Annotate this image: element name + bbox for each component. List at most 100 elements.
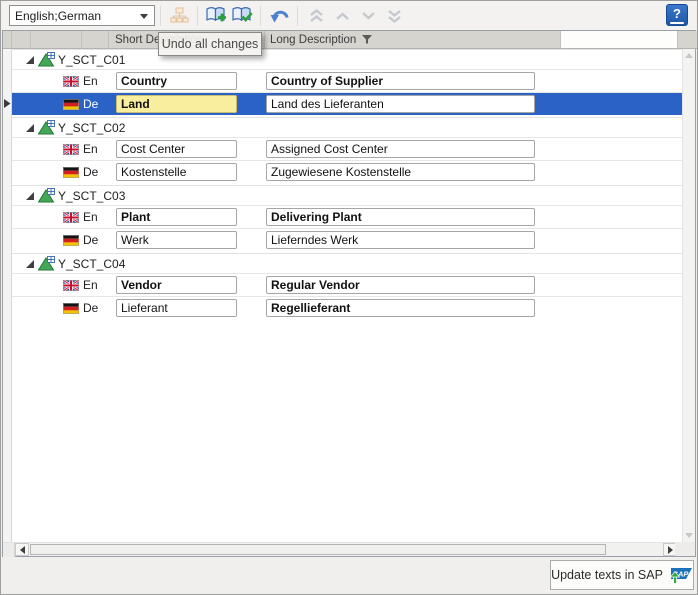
- translation-row[interactable]: En Plant Delivering Plant: [12, 205, 684, 228]
- short-description-input[interactable]: Werk: [116, 231, 237, 249]
- long-description-input[interactable]: Delivering Plant: [266, 208, 535, 226]
- translation-row[interactable]: En Vendor Regular Vendor: [12, 273, 684, 296]
- expand-collapse-icon[interactable]: [26, 260, 34, 268]
- short-description-input[interactable]: Lieferant: [116, 299, 237, 317]
- group-row[interactable]: Y_SCT_C04: [12, 253, 684, 273]
- header-gutter-cell: [3, 31, 12, 49]
- long-description-input[interactable]: Lieferndes Werk: [266, 231, 535, 249]
- scrollbar-corner: [3, 543, 15, 557]
- group-section: Y_SCT_C01 En Country Country of Supplier: [12, 49, 684, 117]
- domain-object-icon: [38, 52, 55, 67]
- expand-collapse-icon[interactable]: [26, 124, 34, 132]
- toolbar-separator: [297, 6, 298, 26]
- row-indicator-gutter: [3, 49, 12, 542]
- tooltip: Undo all changes: [158, 32, 262, 56]
- short-description-input[interactable]: Kostenstelle: [116, 163, 237, 181]
- short-description-input[interactable]: Country: [116, 72, 237, 90]
- short-description-input[interactable]: Land: [116, 95, 237, 113]
- undo-icon: [269, 7, 290, 25]
- translation-grid: Short Description Long Description: [2, 30, 696, 557]
- language-code: En: [83, 142, 98, 156]
- short-description-input[interactable]: Plant: [116, 208, 237, 226]
- domain-object-icon: [38, 120, 55, 135]
- group-section: Y_SCT_C04 En Vendor Regular Vendor: [12, 253, 684, 321]
- help-button[interactable]: ?: [666, 4, 688, 26]
- translation-row[interactable]: En Country Country of Supplier: [12, 69, 684, 92]
- scroll-down-icon[interactable]: [685, 533, 693, 538]
- group-row[interactable]: Y_SCT_C01: [12, 49, 684, 69]
- language-code: De: [83, 97, 98, 111]
- group-row[interactable]: Y_SCT_C03: [12, 185, 684, 205]
- row-pointer-icon: [4, 99, 11, 108]
- undo-button[interactable]: [267, 4, 291, 28]
- long-description-input[interactable]: Regular Vendor: [266, 276, 535, 294]
- long-description-input[interactable]: Land des Lieferanten: [266, 95, 535, 113]
- horizontal-scrollbar[interactable]: [3, 542, 677, 556]
- header-long-description[interactable]: Long Description: [265, 31, 561, 49]
- uk-flag-icon: [63, 76, 79, 87]
- long-description-input[interactable]: Zugewiesene Kostenstelle: [266, 163, 535, 181]
- long-description-input[interactable]: Regellieferant: [266, 299, 535, 317]
- help-icon: [670, 22, 684, 24]
- translation-editor-window: English;German: [0, 0, 698, 595]
- group-key: Y_SCT_C04: [58, 257, 125, 271]
- uk-flag-icon: [63, 212, 79, 223]
- double-chevron-up-icon: [309, 9, 324, 23]
- language-code: En: [83, 210, 98, 224]
- expand-collapse-icon[interactable]: [26, 192, 34, 200]
- uk-flag-icon: [63, 144, 79, 155]
- domain-object-icon: [38, 188, 55, 203]
- language-code: En: [83, 74, 98, 88]
- expand-collapse-icon[interactable]: [26, 56, 34, 64]
- language-selector[interactable]: English;German: [9, 5, 155, 26]
- header-long-label: Long Description: [270, 34, 356, 46]
- dictionary-apply-button[interactable]: [230, 4, 254, 28]
- language-code: De: [83, 165, 98, 179]
- double-chevron-down-icon: [387, 9, 402, 23]
- long-description-input[interactable]: Country of Supplier: [266, 72, 535, 90]
- update-texts-label: Update texts in SAP: [551, 568, 663, 582]
- group-key: Y_SCT_C02: [58, 121, 125, 135]
- translation-row[interactable]: De Werk Lieferndes Werk: [12, 228, 684, 251]
- translation-row[interactable]: En Cost Center Assigned Cost Center: [12, 137, 684, 160]
- short-description-input[interactable]: Vendor: [116, 276, 237, 294]
- dictionary-add-button[interactable]: [204, 4, 228, 28]
- translation-row-selected[interactable]: De Land Land des Lieferanten: [12, 92, 684, 115]
- scroll-right-icon: [668, 546, 673, 554]
- language-code: En: [83, 278, 98, 292]
- de-flag-icon: [63, 303, 79, 314]
- translation-row[interactable]: De Kostenstelle Zugewiesene Kostenstelle: [12, 160, 684, 183]
- scroll-left-button[interactable]: [15, 543, 29, 556]
- toolbar-separator: [260, 6, 261, 26]
- long-description-input[interactable]: Assigned Cost Center: [266, 140, 535, 158]
- dictionary-add-icon: [205, 6, 227, 25]
- header-filler-cell: [561, 31, 678, 49]
- translation-row[interactable]: De Lieferant Regellieferant: [12, 296, 684, 319]
- toolbar-separator: [160, 6, 161, 26]
- chevron-down-icon: [361, 11, 376, 21]
- de-flag-icon: [63, 235, 79, 246]
- group-key: Y_SCT_C01: [58, 53, 125, 67]
- domain-object-icon: [38, 256, 55, 271]
- previous-button: [330, 4, 354, 28]
- last-button: [382, 4, 406, 28]
- dictionary-apply-icon: [231, 6, 253, 25]
- rows-area: Y_SCT_C01 En Country Country of Supplier: [12, 49, 684, 542]
- language-code: De: [83, 301, 98, 315]
- funnel-icon[interactable]: [362, 35, 372, 44]
- vertical-scrollbar[interactable]: [682, 49, 695, 542]
- horizontal-scrollbar-thumb[interactable]: [30, 544, 606, 555]
- help-glyph: ?: [673, 6, 681, 21]
- hierarchy-button: [167, 4, 191, 28]
- uk-flag-icon: [63, 280, 79, 291]
- header-object-cell: [31, 31, 82, 49]
- short-description-input[interactable]: Cost Center: [116, 140, 237, 158]
- group-row[interactable]: Y_SCT_C02: [12, 117, 684, 137]
- header-language-cell: [82, 31, 109, 49]
- update-texts-button[interactable]: Update texts in SAP SAP: [550, 560, 694, 590]
- scroll-up-icon[interactable]: [685, 53, 693, 58]
- chevron-down-icon[interactable]: [140, 14, 148, 19]
- header-corner-cell: [678, 31, 697, 49]
- group-section: Y_SCT_C03 En Plant Delivering Plant: [12, 185, 684, 253]
- group-key: Y_SCT_C03: [58, 189, 125, 203]
